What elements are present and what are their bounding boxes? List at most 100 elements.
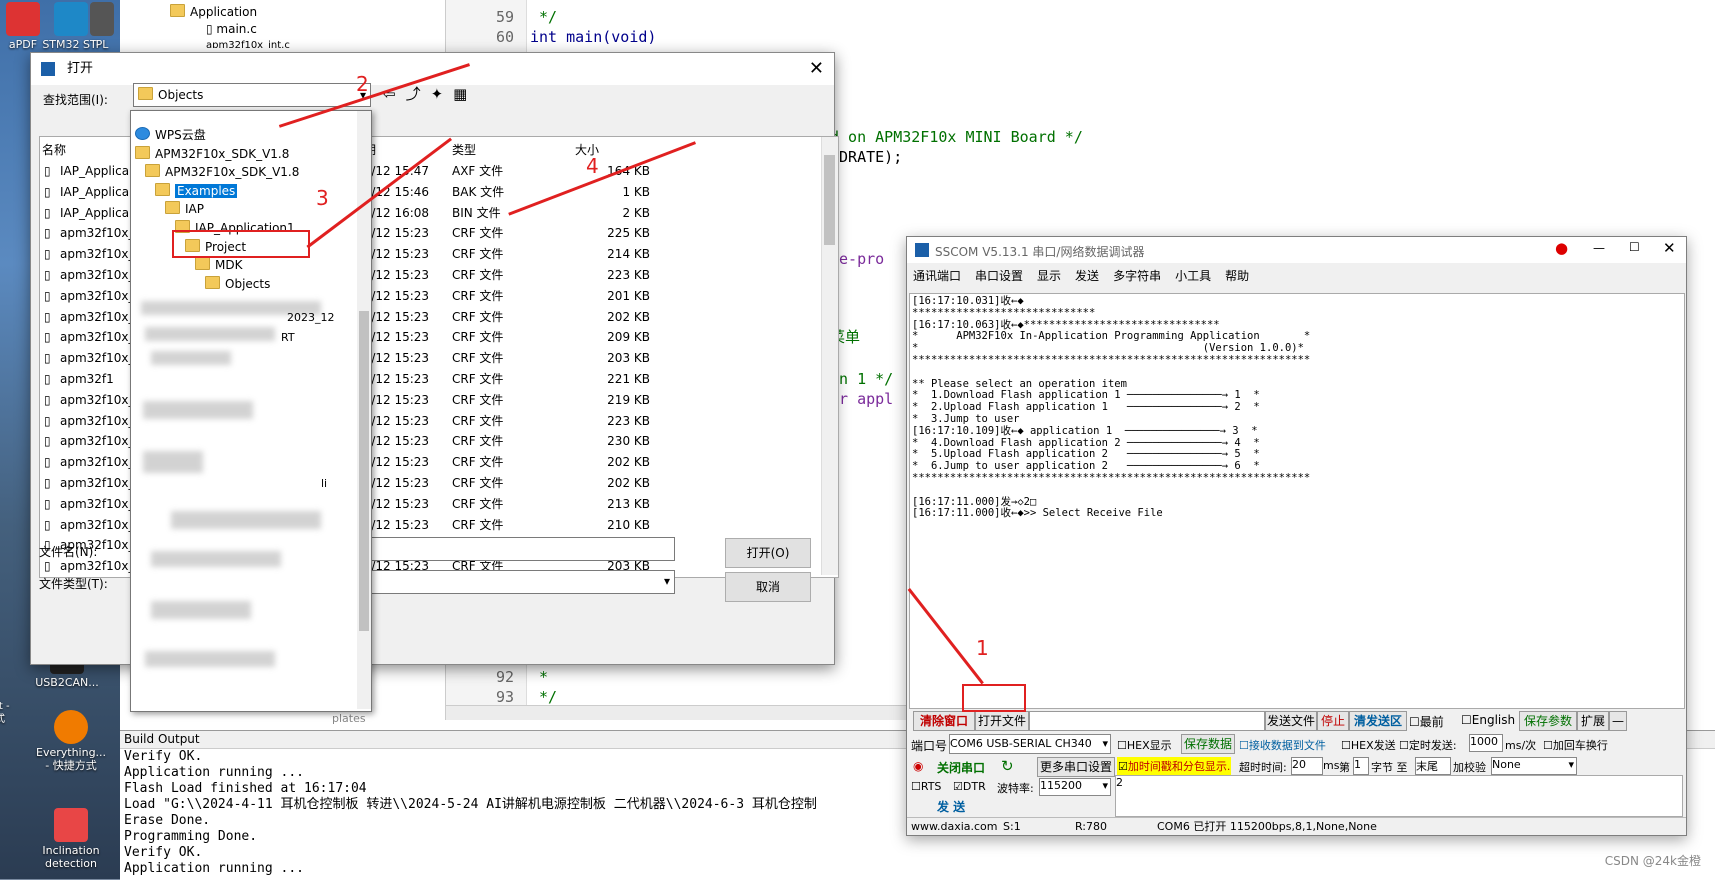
hex-send-checkbox[interactable]: ☐HEX发送 (1341, 737, 1396, 753)
menu-item[interactable]: 多字符串 (1113, 269, 1161, 283)
dropdown-item[interactable]: Objects (205, 274, 270, 294)
open-button[interactable]: 打开(O) (725, 538, 811, 568)
chevron-down-icon: ▾ (663, 574, 670, 588)
file-path-input[interactable] (1029, 711, 1265, 731)
tree-file-int[interactable]: apm32f10x_int.c (206, 40, 290, 48)
clear-window-button[interactable]: 清除窗口 (913, 711, 975, 731)
collapse-button[interactable]: — (1609, 711, 1627, 731)
file-size: 221 KB (607, 372, 650, 386)
expand-button[interactable]: 扩展 (1577, 711, 1609, 731)
save-params-button[interactable]: 保存参数 (1519, 711, 1577, 731)
receive-area[interactable]: [16:17:10.031]收←◆ ***********************… (909, 293, 1685, 709)
sscom-icon (915, 243, 929, 257)
checkbox-icon: ☑ (953, 780, 963, 793)
dropdown-item[interactable]: WPS云盘 (135, 125, 206, 145)
maximize-icon[interactable]: ☐ (1629, 240, 1640, 254)
stop-button[interactable]: 停止 (1317, 711, 1349, 731)
recv-to-file-checkbox[interactable]: ☐接收数据到文件 (1239, 737, 1326, 753)
file-type: CRF 文件 (452, 330, 504, 345)
close-port-button[interactable]: 关闭串口 (937, 759, 985, 776)
desktop-icon-inclination[interactable]: Inclination detection (36, 808, 106, 870)
file-type: CRF 文件 (452, 455, 504, 470)
view-menu-icon[interactable]: ▦ (453, 85, 477, 103)
file-type: CRF 文件 (452, 392, 504, 407)
refresh-icon[interactable]: ↻ (1001, 757, 1014, 775)
dropdown-item[interactable]: APM32F10x_SDK_V1.8 (135, 144, 289, 164)
desktop-icon-pl[interactable]: PL (82, 2, 122, 51)
dropdown-item-label: APM32F10x_SDK_V1.8 (165, 165, 300, 180)
annotation-number-4: 4 (586, 154, 599, 178)
tree-file-main[interactable]: ▯ main.c (206, 22, 257, 36)
receive-line: [16:17:10.109]收←◆ application 1 ────────… (912, 424, 1258, 437)
english-checkbox[interactable]: ☐English (1461, 713, 1515, 727)
menu-item[interactable]: 帮助 (1225, 269, 1249, 283)
lookin-dropdown[interactable]: WPS云盘 APM32F10x_SDK_V1.8 APM32F10x_SDK_V1.… (130, 110, 372, 712)
file-list-scrollbar[interactable] (821, 137, 838, 575)
byte-start-input[interactable]: 1 (1353, 757, 1369, 775)
timestamp-checkbox[interactable]: ☑加时间戳和分包显示. (1117, 757, 1232, 775)
send-button[interactable]: 发 送 (937, 798, 965, 815)
dtr-checkbox[interactable]: ☑DTR (953, 780, 986, 793)
byte-end-select[interactable]: 末尾 (1415, 757, 1451, 775)
rts-checkbox[interactable]: ☐RTS (911, 780, 941, 793)
templates-tab[interactable]: plates (332, 712, 366, 725)
editor-hscrollbar[interactable] (446, 705, 906, 720)
hex-display-checkbox[interactable]: ☐HEX显示 (1117, 737, 1172, 753)
close-icon[interactable]: ✕ (1663, 239, 1676, 257)
lookin-select[interactable]: Objects ▾ (133, 83, 371, 107)
sscom-toolbar: 清除窗口 打开文件 发送文件 停止 清发送区 ☐最前 ☐English 保存参数… (909, 711, 1683, 731)
cancel-button[interactable]: 取消 (725, 572, 811, 602)
folder-icon (145, 164, 160, 178)
new-folder-icon[interactable]: ✦ (431, 85, 454, 103)
code-line: UDRATE); (830, 148, 903, 166)
code-line: * (530, 668, 549, 686)
topmost-checkbox[interactable]: ☐最前 (1409, 713, 1444, 730)
pin-icon[interactable]: ● (1555, 239, 1568, 257)
save-data-button[interactable]: 保存数据 (1181, 734, 1235, 754)
column-name[interactable]: 名称 (42, 141, 66, 158)
interval-input[interactable]: 1000 (1469, 734, 1503, 752)
dropdown-item[interactable]: IAP (165, 199, 204, 219)
receive-line: ***************************** (912, 306, 1096, 319)
open-file-button[interactable]: 打开文件 (975, 711, 1029, 731)
dropdown-item[interactable]: Examples (155, 181, 238, 201)
file-size: 213 KB (607, 496, 650, 511)
cloud-icon (135, 127, 150, 140)
up-folder-icon[interactable]: ⤴ (406, 85, 431, 103)
checksum-select[interactable]: None ▾ (1491, 757, 1577, 775)
file-icon: ▯ (44, 184, 51, 199)
blurred-fragment: li (321, 477, 328, 490)
menu-item[interactable]: 小工具 (1175, 269, 1211, 283)
minimize-icon[interactable]: — (1593, 241, 1605, 255)
file-name: apm32f10x_ (60, 309, 135, 324)
desktop-icon-everything[interactable]: Everything... - 快捷方式 (36, 710, 106, 772)
send-input[interactable]: 2 (1115, 775, 1683, 817)
more-settings-button[interactable]: 更多串口设置 (1037, 757, 1115, 777)
blurred-item (145, 327, 275, 341)
timeout-input[interactable]: 20 (1291, 757, 1323, 775)
menu-item[interactable]: 通讯端口 (913, 269, 961, 283)
scroll-thumb[interactable] (359, 311, 369, 631)
file-icon: ▯ (44, 164, 51, 178)
file-icon: ▯ (206, 22, 217, 36)
add-crlf-checkbox[interactable]: ☐加回车换行 (1543, 737, 1608, 753)
menu-item[interactable]: 显示 (1037, 269, 1061, 283)
clear-send-button[interactable]: 清发送区 (1349, 711, 1407, 731)
timeout-label: 超时时间: (1239, 761, 1287, 774)
send-file-button[interactable]: 发送文件 (1265, 711, 1317, 731)
menu-item[interactable]: 串口设置 (975, 269, 1023, 283)
file-type: CRF 文件 (452, 268, 504, 282)
build-line: Application running ... (124, 861, 305, 876)
dropdown-item[interactable]: APM32F10x_SDK_V1.8 (145, 162, 299, 182)
baud-select[interactable]: 115200 ▾ (1039, 778, 1111, 796)
timed-send-checkbox[interactable]: ☐定时发送: (1399, 737, 1457, 753)
port-select[interactable]: COM6 USB-SERIAL CH340 ▾ (949, 734, 1111, 754)
file-icon: ▯ (44, 288, 51, 303)
close-icon[interactable]: ✕ (809, 53, 824, 85)
scroll-thumb[interactable] (824, 155, 835, 245)
tree-folder-application[interactable]: Application (170, 4, 257, 19)
dropdown-item[interactable]: MDK (195, 255, 242, 275)
menu-item[interactable]: 发送 (1075, 269, 1099, 283)
file-name: IAP_Applica (60, 164, 130, 178)
column-type[interactable]: 类型 (452, 141, 476, 158)
